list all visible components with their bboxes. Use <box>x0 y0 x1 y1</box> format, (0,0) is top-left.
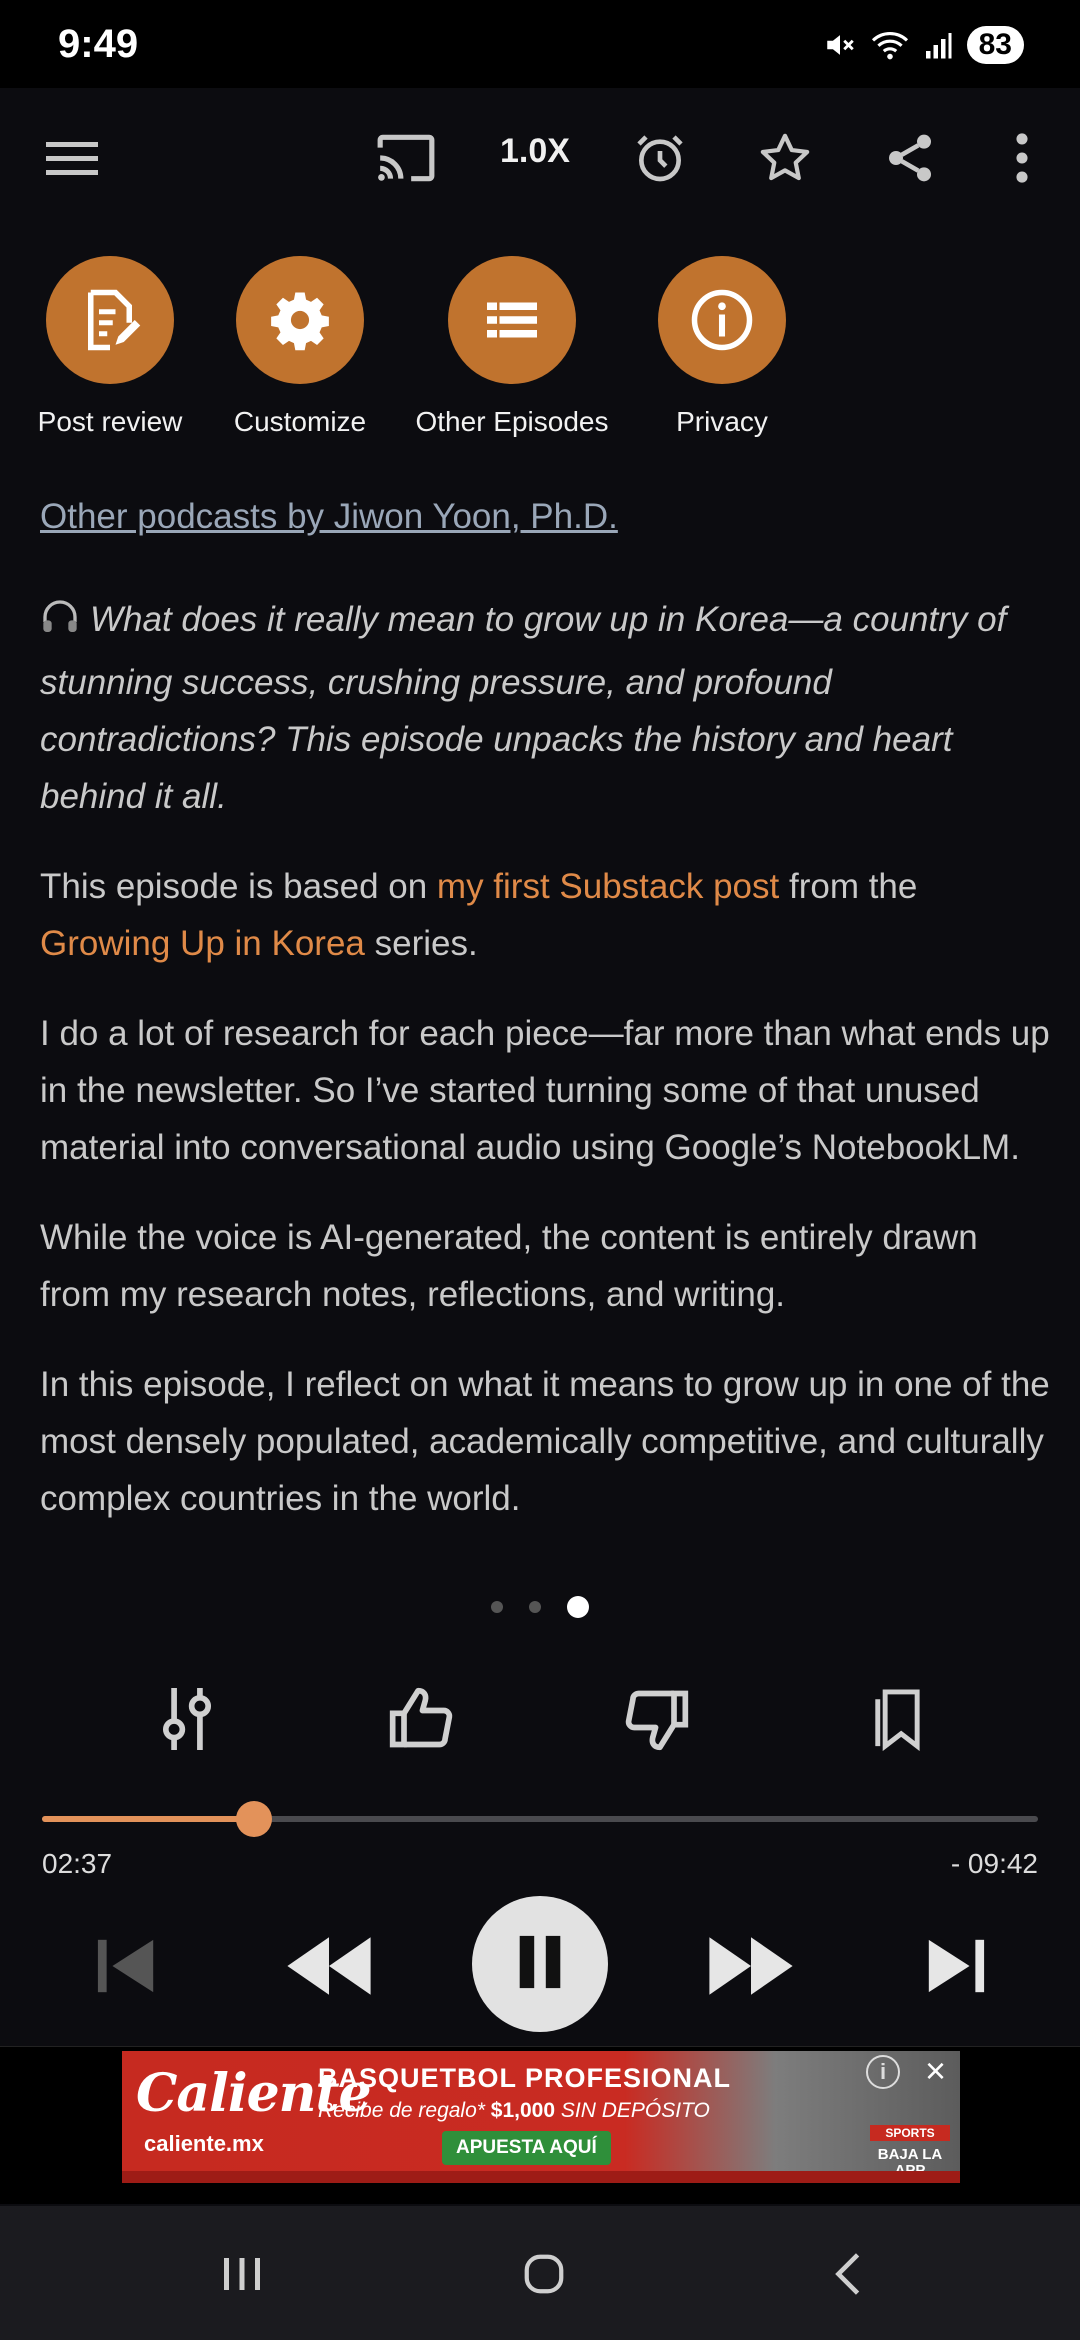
episode-actions: Post review Customize Other Episodes Pri… <box>0 256 1080 446</box>
gear-icon <box>236 256 364 384</box>
thumbs-down-icon[interactable] <box>612 1674 702 1764</box>
ad-info-icon[interactable]: i <box>866 2055 900 2089</box>
ad-cta-button[interactable]: APUESTA AQUÍ <box>442 2131 611 2165</box>
substack-post-link[interactable]: my first Substack post <box>437 867 779 906</box>
signal-icon <box>923 30 953 60</box>
other-podcasts-link[interactable]: Other podcasts by Jiwon Yoon, Ph.D. <box>40 497 618 536</box>
bookmarks-icon[interactable] <box>850 1674 940 1764</box>
post-review-icon <box>46 256 174 384</box>
alarm-timer-icon[interactable] <box>620 118 700 198</box>
rewind-icon[interactable] <box>278 1916 380 2016</box>
episode-description: Other podcasts by Jiwon Yoon, Ph.D. What… <box>40 488 1050 1554</box>
elapsed-time: 02:37 <box>42 1848 113 1879</box>
battery-indicator: 83 <box>966 26 1024 64</box>
intro-text: What does it really mean to grow up in K… <box>40 600 1007 816</box>
share-icon[interactable] <box>870 118 950 198</box>
status-time: 9:49 <box>58 22 139 66</box>
page-dot[interactable] <box>567 1596 589 1618</box>
system-navigation-bar <box>0 2206 1080 2340</box>
home-icon[interactable] <box>514 2244 574 2304</box>
recent-apps-icon[interactable] <box>212 2244 272 2304</box>
other-episodes-button[interactable]: Other Episodes <box>402 256 622 438</box>
thumbs-up-icon[interactable] <box>376 1674 466 1764</box>
info-icon <box>658 256 786 384</box>
action-label: Other Episodes <box>415 406 609 437</box>
mute-icon <box>823 28 857 62</box>
source-text: from the <box>779 867 918 906</box>
cast-icon[interactable] <box>366 118 446 198</box>
ad-sub-text: SIN DEPÓSITO <box>555 2099 710 2122</box>
skip-next-icon[interactable] <box>912 1916 998 2016</box>
ad-banner[interactable]: Caliente caliente.mx BASQUETBOL PROFESIO… <box>122 2051 960 2183</box>
source-text: This episode is based on <box>40 867 437 906</box>
status-icons: 83 <box>823 26 1024 64</box>
post-review-button[interactable]: Post review <box>0 256 220 438</box>
action-label: Post review <box>37 406 183 437</box>
action-label: Privacy <box>676 406 768 437</box>
source-paragraph: This episode is based on my first Substa… <box>40 858 1050 972</box>
screen: 9:49 83 1.0X Post review Customize Other… <box>0 0 1080 2340</box>
seek-bar-handle[interactable] <box>236 1801 273 1837</box>
more-options-icon[interactable] <box>982 118 1062 198</box>
page-indicator <box>0 1596 1080 1618</box>
playback-speed-button[interactable]: 1.0X <box>500 132 570 171</box>
page-dot[interactable] <box>491 1601 503 1613</box>
seek-bar-fill <box>42 1816 255 1822</box>
list-icon <box>448 256 576 384</box>
menu-icon[interactable] <box>32 118 112 198</box>
seek-bar[interactable] <box>42 1801 1038 1837</box>
ad-sports-tag: SPORTS <box>870 2125 950 2141</box>
episode-paragraph: In this episode, I reflect on what it me… <box>40 1365 1050 1518</box>
remaining-time: - 09:42 <box>950 1848 1038 1879</box>
intro-paragraph: What does it really mean to grow up in K… <box>40 591 1050 825</box>
privacy-button[interactable]: Privacy <box>612 256 832 438</box>
research-paragraph: I do a lot of research for each piece—fa… <box>40 1014 1050 1167</box>
ad-fine-print <box>122 2171 960 2183</box>
ad-close-icon[interactable]: × <box>925 2051 946 2091</box>
ad-subline: Recibe de regalo* $1,000 SIN DEPÓSITO <box>318 2099 710 2123</box>
ad-amount: $1,000 <box>490 2099 556 2122</box>
source-text: series. <box>364 924 478 963</box>
fast-forward-icon[interactable] <box>700 1916 802 2016</box>
ai-paragraph: While the voice is AI-generated, the con… <box>40 1218 978 1314</box>
headphones-icon <box>40 597 80 654</box>
status-bar: 9:49 83 <box>0 0 1080 88</box>
pause-button[interactable] <box>472 1896 608 2032</box>
skip-previous-icon[interactable] <box>84 1916 170 2016</box>
action-label: Customize <box>233 406 367 437</box>
ad-banner-area: Caliente caliente.mx BASQUETBOL PROFESIO… <box>0 2046 1080 2204</box>
back-icon[interactable] <box>818 2244 878 2304</box>
wifi-icon <box>871 28 909 62</box>
series-link[interactable]: Growing Up in Korea <box>40 924 365 963</box>
star-icon[interactable] <box>745 118 825 198</box>
page-dot[interactable] <box>529 1601 541 1613</box>
customize-button[interactable]: Customize <box>190 256 410 438</box>
equalizer-icon[interactable] <box>142 1674 232 1764</box>
pause-icon <box>516 1933 564 1996</box>
ad-headline: BASQUETBOL PROFESIONAL <box>318 2063 732 2093</box>
ad-sub-text: Recibe de regalo* <box>318 2099 491 2122</box>
toolbar: 1.0X <box>0 88 1080 228</box>
ad-site: caliente.mx <box>144 2131 264 2156</box>
